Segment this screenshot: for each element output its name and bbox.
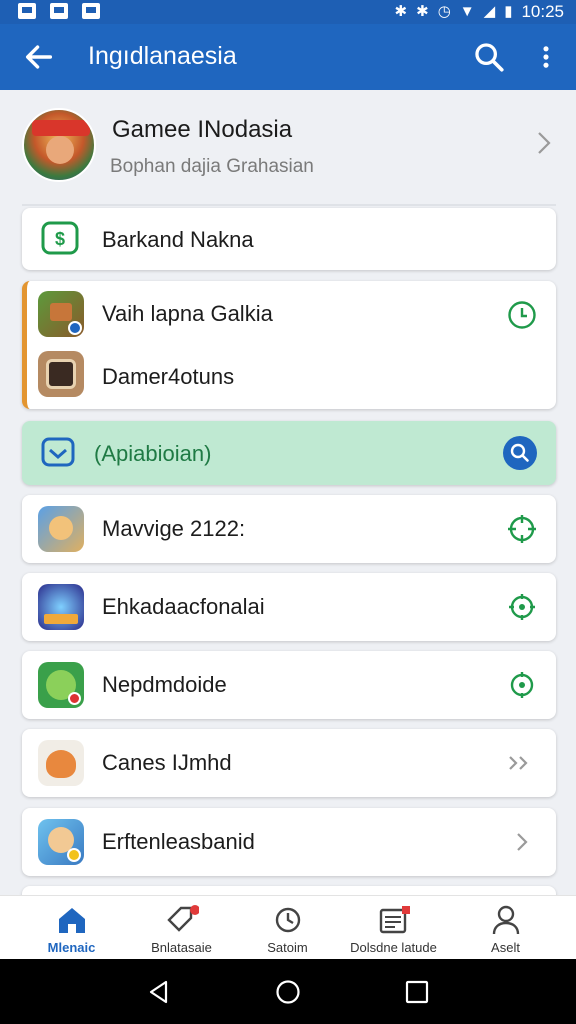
nav-label: Aselt — [491, 940, 520, 955]
nav-item-account[interactable]: Aselt — [448, 896, 563, 960]
game-icon — [38, 662, 84, 708]
money-icon: $ — [41, 221, 79, 255]
svg-text:$: $ — [55, 229, 65, 249]
list-item-label: Ehkadaacfonalai — [102, 594, 265, 619]
target-icon[interactable] — [506, 513, 538, 545]
list-item-label: Nepdmdoide — [102, 672, 227, 697]
list-item[interactable]: Nepdmdoide — [22, 651, 556, 719]
alarm-icon: ◷ — [437, 3, 451, 20]
game-icon — [38, 291, 84, 337]
home-button-icon[interactable] — [275, 979, 301, 1005]
bluetooth-icon: ✱ — [394, 3, 408, 20]
search-icon[interactable] — [502, 435, 538, 471]
target-icon[interactable] — [506, 591, 538, 623]
clock: 10:25 — [521, 2, 564, 21]
app-bar: Ingıdlanaesia — [0, 24, 576, 90]
bottom-navigation: Mlenaic Bnlatasaie Satoim Dolsdne latude… — [0, 895, 576, 959]
nav-item-refresh[interactable]: Satoim — [230, 896, 345, 960]
clock-icon[interactable] — [506, 299, 538, 331]
notification-icon — [50, 3, 68, 19]
bluetooth-icon: ✱ — [416, 3, 429, 20]
list-item[interactable]: Erftenleasbanid — [22, 808, 556, 876]
list-item[interactable]: $ Barkand Nakna — [22, 208, 556, 270]
main-content: Gamee INodasia Bophan dajia Grahasian $ … — [0, 90, 576, 895]
avatar — [22, 108, 96, 182]
calendar-icon — [379, 906, 410, 934]
list-item-label: Barkand Nakna — [102, 227, 254, 252]
search-icon[interactable] — [472, 40, 506, 74]
list-item-label: Vaih lapna Galkia — [102, 301, 273, 326]
list-item[interactable]: (Apiabioian) — [22, 421, 556, 485]
chevron-right-icon[interactable] — [506, 826, 538, 858]
game-icon — [38, 506, 84, 552]
list-item[interactable]: Damer4otuns — [27, 345, 556, 409]
game-icon — [38, 351, 84, 397]
list-item[interactable]: Mavvige 2122: — [22, 495, 556, 563]
list-item-label: Mavvige 2122: — [102, 516, 246, 541]
nav-label: Bnlatasaie — [151, 940, 212, 955]
nav-item-home[interactable]: Mlenaic — [14, 896, 129, 960]
chevron-right-icon — [538, 132, 551, 154]
list-item-label: Canes IJmhd — [102, 750, 232, 775]
nav-label: Dolsdne latude — [350, 940, 437, 955]
profile-name: Gamee INodasia — [112, 116, 293, 143]
recents-icon[interactable] — [404, 979, 430, 1005]
list-item-label: Damer4otuns — [102, 364, 235, 389]
profile-header[interactable]: Gamee INodasia Bophan dajia Grahasian — [22, 108, 556, 188]
nav-label: Satoim — [267, 940, 308, 955]
back-icon[interactable] — [146, 979, 172, 1005]
page-title: Ingıdlanaesia — [88, 42, 237, 70]
inbox-icon — [41, 437, 75, 467]
wifi-icon: ▼ — [459, 3, 475, 20]
tag-icon — [167, 905, 199, 932]
list-item-label: (Apiabioian) — [94, 441, 212, 466]
target-icon[interactable] — [506, 669, 538, 701]
list-item[interactable] — [22, 886, 556, 895]
profile-subtitle: Bophan dajia Grahasian — [110, 156, 314, 177]
more-vert-icon[interactable] — [532, 40, 560, 74]
person-icon — [492, 905, 520, 935]
list-item[interactable]: Canes IJmhd — [22, 729, 556, 797]
double-chevron-icon[interactable] — [506, 747, 538, 779]
divider — [22, 204, 556, 206]
list-item-label: Erftenleasbanid — [102, 829, 255, 854]
back-arrow-icon[interactable] — [22, 40, 56, 74]
notification-icon — [18, 3, 36, 19]
list-group: Vaih lapna Galkia Damer4otuns — [22, 281, 556, 409]
notification-icon — [82, 3, 100, 19]
status-bar: ✱ ✱ ◷ ▼ ◢ ▮ 10:25 — [0, 0, 576, 24]
refresh-icon — [275, 907, 301, 933]
game-icon — [38, 819, 84, 865]
signal-icon: ◢ — [483, 3, 496, 20]
game-icon — [38, 584, 84, 630]
system-navigation-bar — [0, 959, 576, 1024]
nav-item-calendar[interactable]: Dolsdne latude — [336, 896, 451, 960]
nav-item-tags[interactable]: Bnlatasaie — [124, 896, 239, 960]
list-item[interactable]: Ehkadaacfonalai — [22, 573, 556, 641]
nav-label: Mlenaic — [47, 940, 96, 955]
battery-icon: ▮ — [504, 3, 513, 20]
home-icon — [59, 908, 85, 933]
list-item[interactable]: Vaih lapna Galkia — [27, 281, 556, 345]
game-icon — [38, 740, 84, 786]
